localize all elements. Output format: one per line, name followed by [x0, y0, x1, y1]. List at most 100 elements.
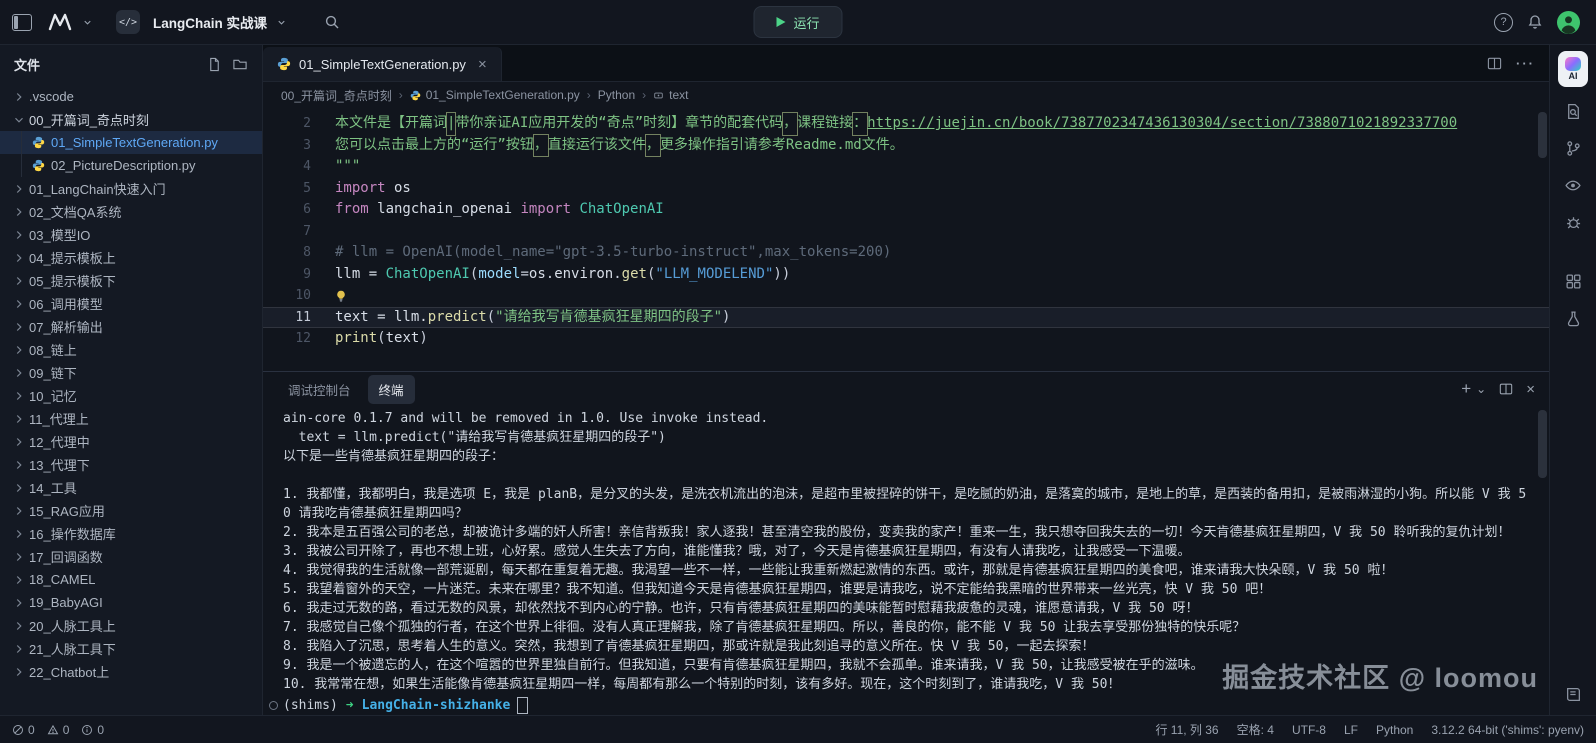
run-button[interactable]: 运行: [753, 6, 842, 38]
split-panel-icon[interactable]: [1499, 382, 1513, 396]
statusbar-item-3[interactable]: LF: [1344, 723, 1358, 737]
breadcrumb-language[interactable]: Python: [598, 88, 635, 102]
tree-item[interactable]: 01_LangChain快速入门: [0, 177, 262, 200]
help-icon[interactable]: ?: [1494, 13, 1513, 32]
app-logo[interactable]: [47, 12, 73, 32]
tree-item[interactable]: 02_文档QA系统: [0, 200, 262, 223]
breadcrumb-file[interactable]: 01_SimpleTextGeneration.py: [410, 88, 580, 102]
breadcrumb-symbol[interactable]: text: [653, 88, 688, 102]
tree-item[interactable]: 10_记忆: [0, 384, 262, 407]
new-folder-icon[interactable]: [232, 57, 248, 72]
tree-item[interactable]: 22_Chatbot上: [0, 660, 262, 683]
project-name[interactable]: LangChain 实战课: [153, 12, 267, 32]
tree-item[interactable]: 05_提示模板下: [0, 269, 262, 292]
tree-item[interactable]: 04_提示模板上: [0, 246, 262, 269]
tree-item[interactable]: 13_代理下: [0, 453, 262, 476]
terminal-dropdown-icon[interactable]: ⌄: [1476, 382, 1486, 396]
problems-warnings[interactable]: 0: [47, 723, 70, 737]
explorer-title: 文件: [14, 55, 40, 74]
new-terminal-icon[interactable]: +: [1461, 379, 1471, 399]
tree-item[interactable]: 11_代理上: [0, 407, 262, 430]
lightbulb-icon[interactable]: [335, 289, 347, 303]
code-tag-icon[interactable]: </>: [116, 10, 140, 34]
code-line-2[interactable]: 2本文件是【开篇词|带你亲证AI应用开发的“奇点”时刻】章节的配套代码，课程链接…: [263, 113, 1549, 135]
statusbar-item-5[interactable]: 3.12.2 64-bit ('shims': pyenv): [1431, 723, 1584, 737]
avatar[interactable]: [1557, 11, 1580, 34]
tree-item-label: 00_开篇词_奇点时刻: [29, 110, 149, 129]
tree-item[interactable]: 16_操作数据库: [0, 522, 262, 545]
tree-item[interactable]: 03_模型IO: [0, 223, 262, 246]
docs-book-icon[interactable]: [1560, 681, 1586, 707]
tree-item[interactable]: 01_SimpleTextGeneration.py: [0, 131, 262, 154]
editor-scrollbar[interactable]: [1538, 112, 1547, 367]
chevron-right-icon: [12, 90, 29, 104]
terminal-scrollbar[interactable]: [1538, 410, 1547, 711]
problems-errors[interactable]: 0: [12, 723, 35, 737]
search-icon[interactable]: [324, 14, 340, 30]
statusbar-item-4[interactable]: Python: [1376, 723, 1413, 737]
close-panel-icon[interactable]: ×: [1526, 381, 1535, 398]
code-line-5[interactable]: 5import os: [263, 178, 1549, 200]
code-line-3[interactable]: 3您可以点击最上方的“运行”按钮，直接运行该文件，更多操作指引请参考Readme…: [263, 135, 1549, 157]
split-editor-icon[interactable]: [1487, 56, 1502, 71]
tree-item[interactable]: 00_开篇词_奇点时刻: [0, 108, 262, 131]
close-tab-icon[interactable]: ×: [478, 56, 487, 73]
python-file-icon: [32, 159, 45, 172]
bell-icon[interactable]: [1527, 14, 1543, 30]
file-tree[interactable]: .vscode 00_开篇词_奇点时刻 01_SimpleTextGeneratio…: [0, 83, 262, 715]
code-line-8[interactable]: 8# llm = OpenAI(model_name="gpt-3.5-turb…: [263, 242, 1549, 264]
tree-item-label: 16_操作数据库: [29, 524, 116, 543]
tree-item[interactable]: 06_调用模型: [0, 292, 262, 315]
code-line-12[interactable]: 12print(text): [263, 328, 1549, 350]
terminal[interactable]: ain-core 0.1.7 and will be removed in 1.…: [263, 406, 1549, 715]
code-line-11[interactable]: 11text = llm.predict("请给我写肯德基疯狂星期四的段子"): [263, 307, 1549, 329]
chevron-right-icon: [12, 619, 29, 633]
tabbar: 01_SimpleTextGeneration.py × ···: [263, 45, 1549, 82]
breadcrumb-folder[interactable]: 00_开篇词_奇点时刻: [281, 87, 392, 104]
tree-item[interactable]: 09_链下: [0, 361, 262, 384]
test-flask-icon[interactable]: [1560, 305, 1586, 331]
tree-item[interactable]: 17_回调函数: [0, 545, 262, 568]
statusbar-item-0[interactable]: 行 11, 列 36: [1155, 721, 1218, 738]
tree-item[interactable]: 19_BabyAGI: [0, 591, 262, 614]
prompt-arrow-icon: ➜: [346, 696, 354, 715]
code-line-7[interactable]: 7: [263, 221, 1549, 243]
debug-bug-icon[interactable]: [1560, 209, 1586, 235]
terminal-prompt[interactable]: (shims) ➜ LangChain-shizhanke: [283, 696, 1529, 715]
sidebar-toggle-icon[interactable]: [12, 14, 32, 31]
statusbar-item-2[interactable]: UTF-8: [1292, 723, 1326, 737]
tree-item[interactable]: 02_PictureDescription.py: [0, 154, 262, 177]
tree-item[interactable]: 08_链上: [0, 338, 262, 361]
scrollbar-thumb[interactable]: [1538, 410, 1547, 478]
chevron-down-icon[interactable]: [82, 17, 93, 28]
ai-assistant-icon[interactable]: AI: [1558, 51, 1588, 87]
file-search-icon[interactable]: [1560, 98, 1586, 124]
scrollbar-thumb[interactable]: [1538, 112, 1547, 158]
breadcrumb-separator: ›: [587, 88, 591, 102]
tree-item[interactable]: .vscode: [0, 85, 262, 108]
project-chevron-down-icon[interactable]: [276, 17, 287, 28]
tab-terminal[interactable]: 终端: [368, 375, 415, 404]
tree-item[interactable]: 21_人脉工具下: [0, 637, 262, 660]
statusbar-item-1[interactable]: 空格: 4: [1237, 721, 1274, 738]
problems-infos[interactable]: 0: [81, 723, 104, 737]
tree-item[interactable]: 15_RAG应用: [0, 499, 262, 522]
code-line-9[interactable]: 9llm = ChatOpenAI(model=os.environ.get("…: [263, 264, 1549, 286]
more-actions-icon[interactable]: ···: [1516, 56, 1535, 71]
extensions-grid-icon[interactable]: [1560, 268, 1586, 294]
code-line-4[interactable]: 4""": [263, 156, 1549, 178]
tree-item[interactable]: 20_人脉工具上: [0, 614, 262, 637]
line-number: 6: [263, 199, 311, 221]
new-file-icon[interactable]: [207, 57, 222, 72]
source-control-icon[interactable]: [1560, 135, 1586, 161]
tree-item[interactable]: 07_解析输出: [0, 315, 262, 338]
tree-item[interactable]: 18_CAMEL: [0, 568, 262, 591]
tree-item[interactable]: 14_工具: [0, 476, 262, 499]
code-editor[interactable]: 2本文件是【开篇词|带你亲证AI应用开发的“奇点”时刻】章节的配套代码，课程链接…: [263, 108, 1549, 371]
preview-eye-icon[interactable]: [1560, 172, 1586, 198]
tab-debug-console[interactable]: 调试控制台: [277, 375, 362, 404]
tab-simpletextgeneration[interactable]: 01_SimpleTextGeneration.py ×: [263, 47, 502, 81]
code-line-6[interactable]: 6from langchain_openai import ChatOpenAI: [263, 199, 1549, 221]
code-line-10[interactable]: 10: [263, 285, 1549, 307]
tree-item[interactable]: 12_代理中: [0, 430, 262, 453]
